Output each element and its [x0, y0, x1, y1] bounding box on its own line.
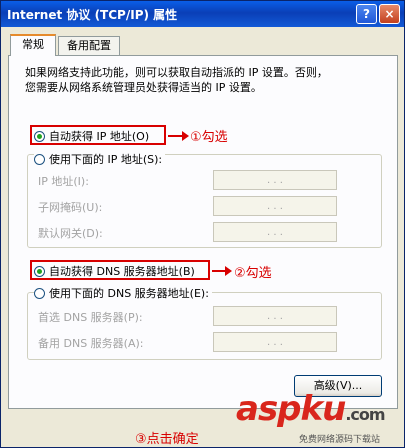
- arrow-icon: [212, 266, 232, 276]
- subnet-mask-input[interactable]: . . .: [213, 196, 337, 216]
- radio-auto-ip-label: 自动获得 IP 地址(O): [49, 130, 150, 143]
- default-gateway-label: 默认网关(D):: [38, 227, 103, 240]
- title-bar[interactable]: Internet 协议 (TCP/IP) 属性 ? ×: [1, 1, 404, 27]
- radio-dot: [34, 287, 45, 299]
- radio-dot-checked: [34, 265, 45, 277]
- radio-manual-ip[interactable]: 使用下面的 IP 地址(S):: [34, 151, 166, 167]
- watermark-brand-suffix: .com: [345, 405, 385, 424]
- help-button[interactable]: ?: [356, 4, 377, 24]
- ip-address-input[interactable]: . . .: [213, 170, 337, 190]
- default-gateway-input[interactable]: . . .: [213, 222, 337, 242]
- radio-manual-ip-label: 使用下面的 IP 地址(S):: [49, 153, 163, 166]
- tab-alternate-config[interactable]: 备用配置: [58, 36, 120, 55]
- radio-auto-ip[interactable]: 自动获得 IP 地址(O): [34, 128, 149, 144]
- watermark-brand: aspku: [236, 389, 346, 429]
- preferred-dns-input[interactable]: . . .: [213, 306, 337, 326]
- tcpip-properties-dialog: Internet 协议 (TCP/IP) 属性 ? × 常规 备用配置 如果网络…: [0, 0, 405, 448]
- annotation-step2: ②勾选: [234, 266, 272, 281]
- intro-text: 如果网络支持此功能，则可以获取自动指派的 IP 设置。否则， 您需要从网络系统管…: [25, 66, 328, 94]
- window-title: Internet 协议 (TCP/IP) 属性: [7, 8, 178, 22]
- radio-manual-dns-label: 使用下面的 DNS 服务器地址(E):: [49, 287, 209, 300]
- radio-dot-checked: [34, 130, 45, 142]
- watermark-logo: aspku.com: [236, 389, 386, 429]
- alternate-dns-input[interactable]: . . .: [213, 332, 337, 352]
- ip-address-label: IP 地址(I):: [38, 175, 89, 188]
- annotation-step3: ③点击确定: [135, 432, 199, 447]
- alternate-dns-label: 备用 DNS 服务器(A):: [38, 337, 144, 350]
- radio-auto-dns[interactable]: 自动获得 DNS 服务器地址(B): [34, 263, 195, 279]
- subnet-mask-label: 子网掩码(U):: [38, 201, 103, 214]
- preferred-dns-label: 首选 DNS 服务器(P):: [38, 311, 143, 324]
- radio-auto-dns-label: 自动获得 DNS 服务器地址(B): [49, 265, 195, 278]
- watermark-tagline: 免费网络源码下载站: [299, 435, 381, 445]
- radio-dot: [34, 153, 45, 165]
- close-button[interactable]: ×: [379, 4, 400, 24]
- radio-manual-dns[interactable]: 使用下面的 DNS 服务器地址(E):: [34, 285, 212, 301]
- arrow-icon: [168, 131, 189, 141]
- tab-general[interactable]: 常规: [10, 34, 56, 56]
- annotation-step1: ①勾选: [190, 130, 228, 145]
